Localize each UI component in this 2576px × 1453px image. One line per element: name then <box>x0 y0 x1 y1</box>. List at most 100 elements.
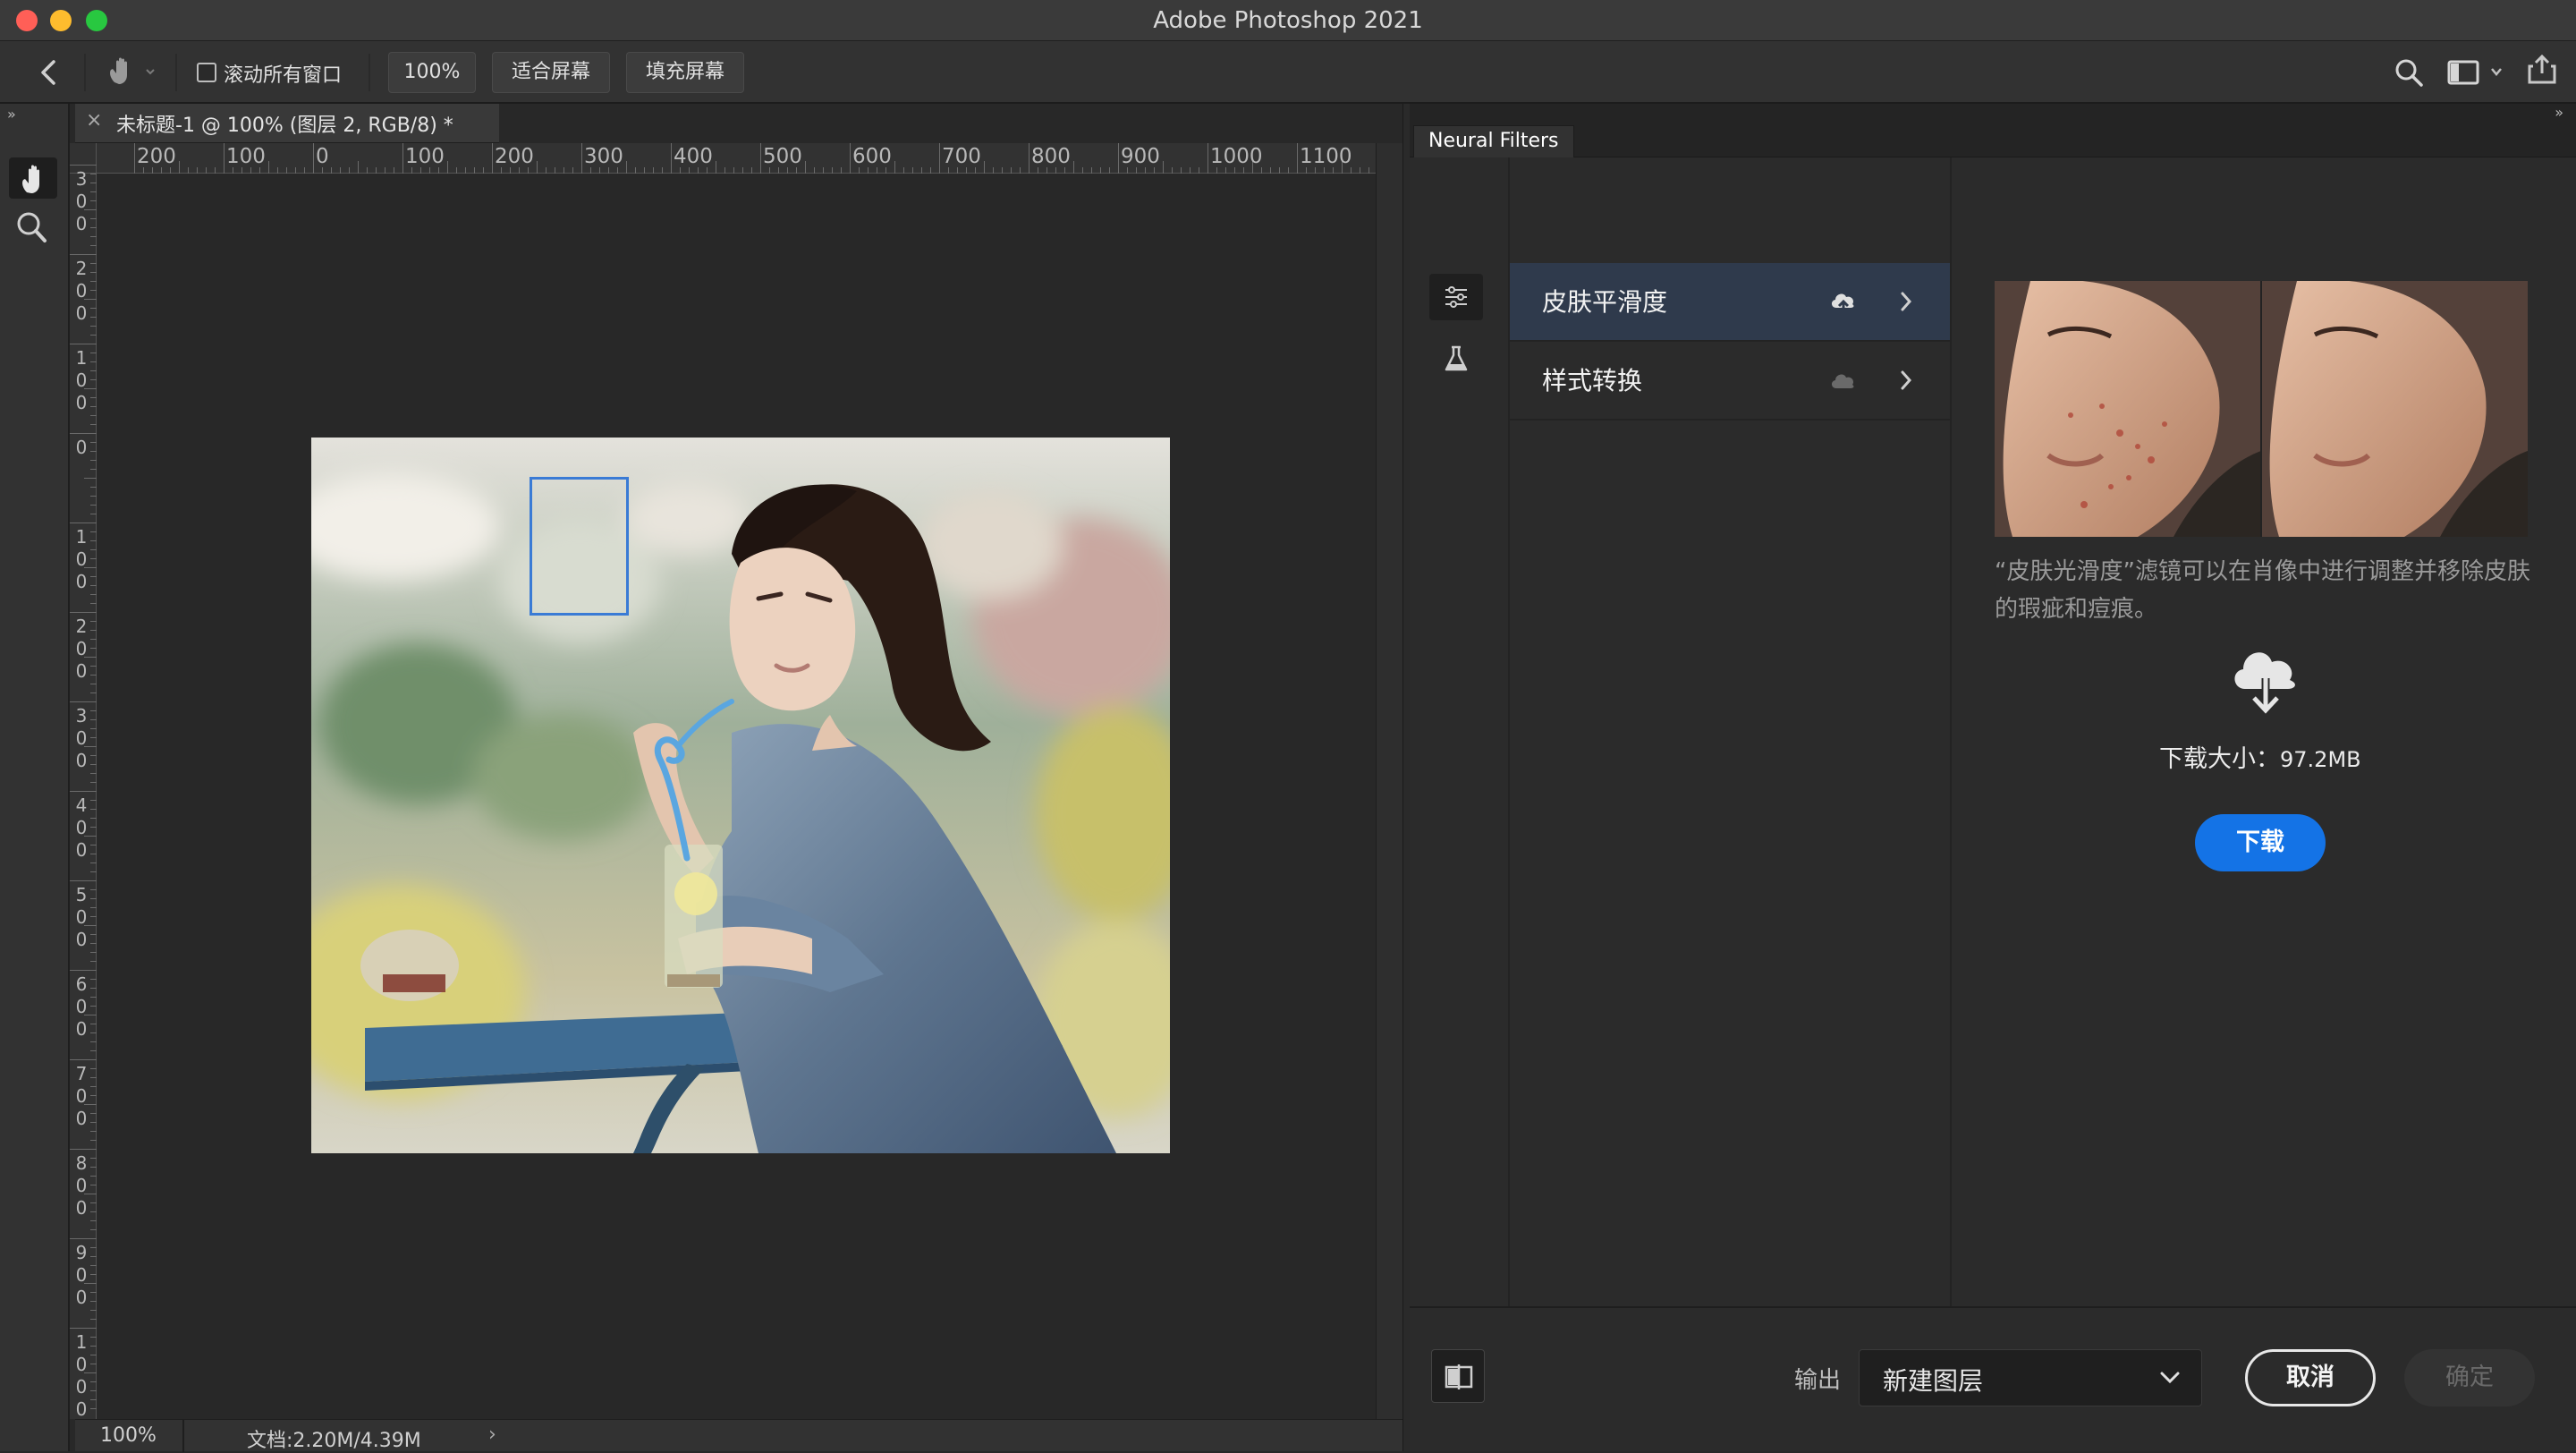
ruler-minor-tick <box>90 675 97 676</box>
zoom-100-button[interactable]: 100% <box>388 52 476 93</box>
ruler-minor-tick <box>90 218 97 219</box>
ruler-minor-tick <box>814 167 815 174</box>
ruler-label: 1 0 0 0 <box>75 1331 88 1420</box>
zoom-tool-icon[interactable] <box>13 209 52 245</box>
ruler-minor-tick <box>90 988 97 989</box>
app-title: Adobe Photoshop 2021 <box>1153 7 1423 34</box>
ruler-minor-tick <box>90 540 97 541</box>
ruler-minor-tick <box>90 809 97 810</box>
collapse-panel-icon[interactable]: » <box>2555 104 2563 121</box>
ruler-tick <box>134 143 135 174</box>
expand-tools-icon[interactable]: » <box>7 106 16 123</box>
ruler-minor-tick <box>90 1140 97 1141</box>
ruler-minor-tick <box>1082 167 1083 174</box>
vertical-scrollbar[interactable] <box>1376 143 1402 1419</box>
ruler-minor-tick <box>635 167 636 174</box>
ruler-minor-tick <box>698 167 699 174</box>
ok-button[interactable]: 确定 <box>2404 1349 2535 1406</box>
ruler-minor-tick <box>90 934 97 935</box>
panel-divider[interactable] <box>1402 104 1410 1451</box>
ruler-minor-tick <box>733 167 734 174</box>
document-image <box>311 438 1170 1153</box>
chevron-right-icon[interactable] <box>1898 288 1914 315</box>
ruler-minor-tick <box>90 585 97 586</box>
ruler-tick <box>671 143 672 174</box>
status-doc-size: 文档:2.20M/4.39M <box>247 1430 421 1452</box>
ruler-minor-tick <box>1109 167 1110 174</box>
ruler-label: 6 0 0 <box>75 973 88 1040</box>
ruler-minor-tick <box>90 1310 97 1311</box>
ruler-minor-tick <box>465 167 466 174</box>
ruler-minor-tick <box>331 167 332 174</box>
ruler-minor-tick <box>90 451 97 452</box>
chevron-right-icon[interactable] <box>1898 367 1914 394</box>
before-after-toggle[interactable] <box>1431 1349 1485 1403</box>
close-document-icon[interactable]: × <box>86 109 102 132</box>
fill-screen-button[interactable]: 填充屏幕 <box>626 52 744 93</box>
ruler-label: 1000 <box>1210 145 1263 168</box>
ruler-minor-tick <box>90 549 97 550</box>
share-icon[interactable] <box>2526 54 2558 86</box>
output-select[interactable]: 新建图层 <box>1859 1349 2202 1406</box>
ruler-minor-tick <box>1181 167 1182 174</box>
fit-screen-button[interactable]: 适合屏幕 <box>492 52 610 93</box>
canvas-area[interactable] <box>97 174 1376 1419</box>
ruler-minor-tick <box>90 728 97 729</box>
filter-description: “皮肤光滑度”滤镜可以在肖像中进行调整并移除皮肤的瑕疵和痘痕。 <box>1995 558 2530 623</box>
status-zoom[interactable]: 100% <box>100 1424 157 1447</box>
search-icon[interactable] <box>2394 57 2424 88</box>
cancel-button[interactable]: 取消 <box>2245 1349 2376 1406</box>
ruler-label: 4 0 0 <box>75 794 88 861</box>
filter-item-style-transfer[interactable]: 样式转换 <box>1510 342 1950 421</box>
ruler-minor-tick <box>286 167 287 174</box>
ruler-minor-tick <box>1046 167 1047 174</box>
download-size-value: 97.2MB <box>2280 747 2361 772</box>
tab-neural-filters[interactable]: Neural Filters <box>1413 125 1574 157</box>
hand-tool-preset-icon[interactable] <box>106 55 157 88</box>
ruler-minor-tick <box>894 161 895 174</box>
document-tab[interactable]: × 未标题-1 @ 100% (图层 2, RGB/8) * <box>75 104 499 143</box>
ruler-minor-tick <box>188 167 189 174</box>
ruler-minor-tick <box>608 167 609 174</box>
cloud-icon[interactable] <box>1828 367 1859 394</box>
ruler-tick <box>939 143 940 174</box>
ruler-minor-tick <box>90 406 97 407</box>
ruler-minor-tick <box>528 167 529 174</box>
ruler-tick <box>224 143 225 174</box>
ruler-minor-tick <box>90 1158 97 1159</box>
ruler-minor-tick <box>90 1032 97 1033</box>
scroll-all-windows-checkbox[interactable] <box>197 63 216 82</box>
ruler-minor-tick <box>90 1006 97 1007</box>
ruler-minor-tick <box>90 397 97 398</box>
ruler-tick <box>1297 143 1298 174</box>
ruler-label: 900 <box>1121 145 1160 168</box>
ruler-minor-tick <box>90 1319 97 1320</box>
ruler-minor-tick <box>90 755 97 756</box>
ruler-minor-tick <box>90 1176 97 1177</box>
ruler-minor-tick <box>90 1122 97 1123</box>
download-button[interactable]: 下载 <box>2195 814 2326 871</box>
ruler-minor-tick <box>161 167 162 174</box>
ruler-minor-tick <box>90 898 97 899</box>
all-filters-button[interactable] <box>1429 274 1483 320</box>
hand-tool-button[interactable] <box>9 157 57 199</box>
back-icon[interactable] <box>36 59 61 86</box>
ruler-label: 1100 <box>1300 145 1352 168</box>
beta-filters-icon[interactable] <box>1444 345 1469 372</box>
download-size: 下载大小：97.2MB <box>2159 739 2361 774</box>
ruler-minor-tick <box>90 1113 97 1114</box>
ruler-minor-tick <box>90 1077 97 1078</box>
workspace-layout-icon[interactable] <box>2447 59 2506 86</box>
cloud-upload-icon[interactable] <box>1828 286 1859 317</box>
ruler-minor-tick <box>170 167 171 174</box>
ruler-minor-tick <box>90 710 97 711</box>
filter-item-skin-smoothing[interactable]: 皮肤平滑度 <box>1510 263 1950 342</box>
ruler-minor-tick <box>250 167 251 174</box>
status-menu-arrow[interactable]: › <box>488 1423 496 1446</box>
ruler-minor-tick <box>805 161 806 174</box>
status-bar: 100% 文档:2.20M/4.39M › <box>75 1419 1402 1452</box>
ruler-minor-tick <box>859 167 860 174</box>
ruler-tick <box>70 254 97 255</box>
ruler-minor-tick <box>90 317 97 318</box>
ruler-minor-tick <box>1020 167 1021 174</box>
